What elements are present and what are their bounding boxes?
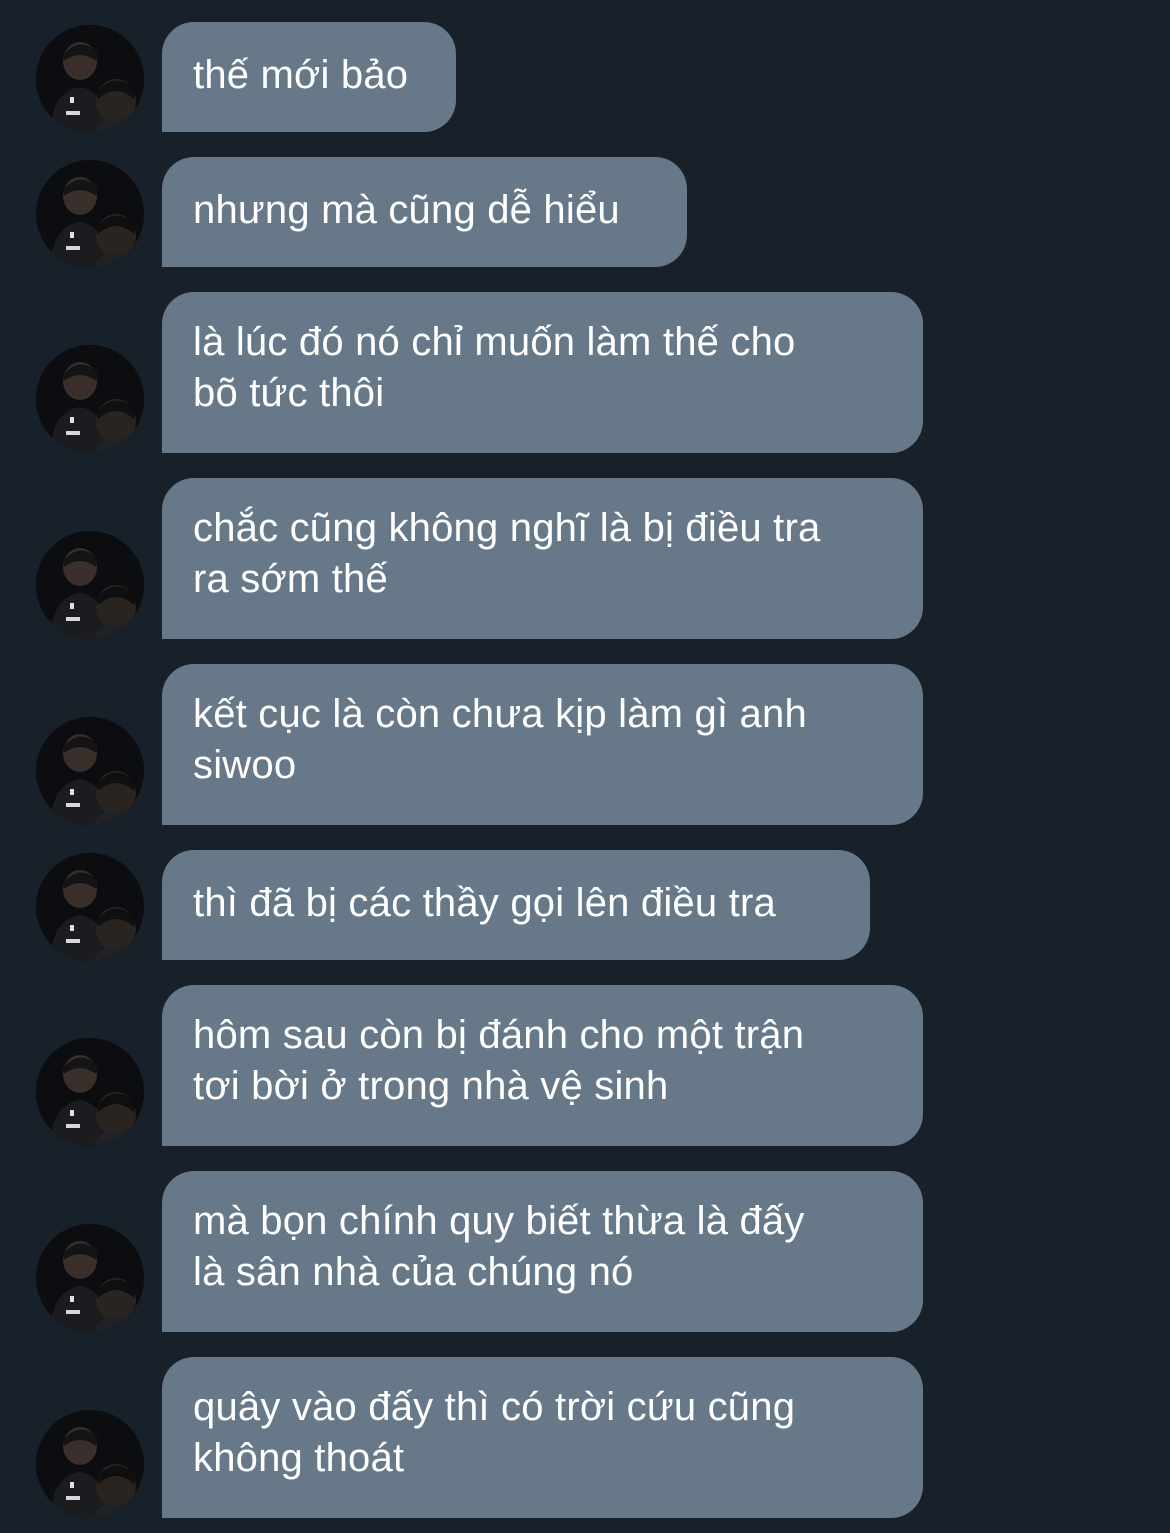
message-bubble[interactable]: chắc cũng không nghĩ là bị điều tra ra s… <box>162 478 923 639</box>
message-text-line: ra sớm thế <box>193 557 388 601</box>
message-row: nhưng mà cũng dễ hiểu <box>0 157 1170 268</box>
message-text-line: kết cục là còn chưa kịp làm gì anh <box>193 692 807 736</box>
avatar[interactable] <box>36 345 144 453</box>
message-text-line: không thoát <box>193 1436 405 1480</box>
avatar-photo-icon <box>36 1410 144 1518</box>
avatar[interactable] <box>36 717 144 825</box>
message-bubble[interactable]: kết cục là còn chưa kịp làm gì anh siwoo <box>162 664 923 825</box>
avatar-photo-icon <box>36 160 144 268</box>
avatar-photo-icon <box>36 1038 144 1146</box>
message-row: thì đã bị các thầy gọi lên điều tra <box>0 850 1170 961</box>
avatar-photo-icon <box>36 853 144 961</box>
message-row: là lúc đó nó chỉ muốn làm thế cho bõ tức… <box>0 292 1170 453</box>
avatar[interactable] <box>36 1410 144 1518</box>
avatar-photo-icon <box>36 531 144 639</box>
message-text-line: chắc cũng không nghĩ là bị điều tra <box>193 506 821 550</box>
message-bubble[interactable]: thế mới bảo <box>162 22 456 132</box>
message-text-line: là sân nhà của chúng nó <box>193 1250 634 1294</box>
message-text-line: siwoo <box>193 743 297 787</box>
avatar-photo-icon <box>36 345 144 453</box>
message-text-line: thì đã bị các thầy gọi lên điều tra <box>193 881 776 925</box>
message-bubble[interactable]: thì đã bị các thầy gọi lên điều tra <box>162 850 870 960</box>
message-bubble[interactable]: mà bọn chính quy biết thừa là đấy là sân… <box>162 1171 923 1332</box>
avatar[interactable] <box>36 1224 144 1332</box>
avatar[interactable] <box>36 160 144 268</box>
message-row: thế mới bảo <box>0 22 1170 133</box>
message-bubble[interactable]: nhưng mà cũng dễ hiểu <box>162 157 687 267</box>
message-text-line: nhưng mà cũng dễ hiểu <box>193 188 620 232</box>
message-text-line: hôm sau còn bị đánh cho một trận <box>193 1013 805 1057</box>
avatar[interactable] <box>36 531 144 639</box>
message-bubble[interactable]: là lúc đó nó chỉ muốn làm thế cho bõ tức… <box>162 292 923 453</box>
avatar-photo-icon <box>36 25 144 133</box>
message-row: kết cục là còn chưa kịp làm gì anh siwoo <box>0 664 1170 825</box>
message-text-line: mà bọn chính quy biết thừa là đấy <box>193 1199 805 1243</box>
avatar[interactable] <box>36 1038 144 1146</box>
message-text-line: thế mới bảo <box>193 53 409 97</box>
message-text-line: quây vào đấy thì có trời cứu cũng <box>193 1385 796 1429</box>
message-row: hôm sau còn bị đánh cho một trận tơi bời… <box>0 985 1170 1146</box>
message-text-line: là lúc đó nó chỉ muốn làm thế cho <box>193 320 796 364</box>
message-row: mà bọn chính quy biết thừa là đấy là sân… <box>0 1171 1170 1332</box>
message-text-line: tơi bời ở trong nhà vệ sinh <box>193 1064 669 1108</box>
chat-message-list[interactable]: thế mới bảo nhưng mà cũng dễ hiểu là lúc… <box>0 0 1170 1533</box>
message-bubble[interactable]: hôm sau còn bị đánh cho một trận tơi bời… <box>162 985 923 1146</box>
message-text-line: bõ tức thôi <box>193 371 385 415</box>
message-row: quây vào đấy thì có trời cứu cũng không … <box>0 1357 1170 1518</box>
avatar[interactable] <box>36 853 144 961</box>
avatar-photo-icon <box>36 717 144 825</box>
avatar[interactable] <box>36 25 144 133</box>
message-bubble[interactable]: quây vào đấy thì có trời cứu cũng không … <box>162 1357 923 1518</box>
avatar-photo-icon <box>36 1224 144 1332</box>
message-row: chắc cũng không nghĩ là bị điều tra ra s… <box>0 478 1170 639</box>
